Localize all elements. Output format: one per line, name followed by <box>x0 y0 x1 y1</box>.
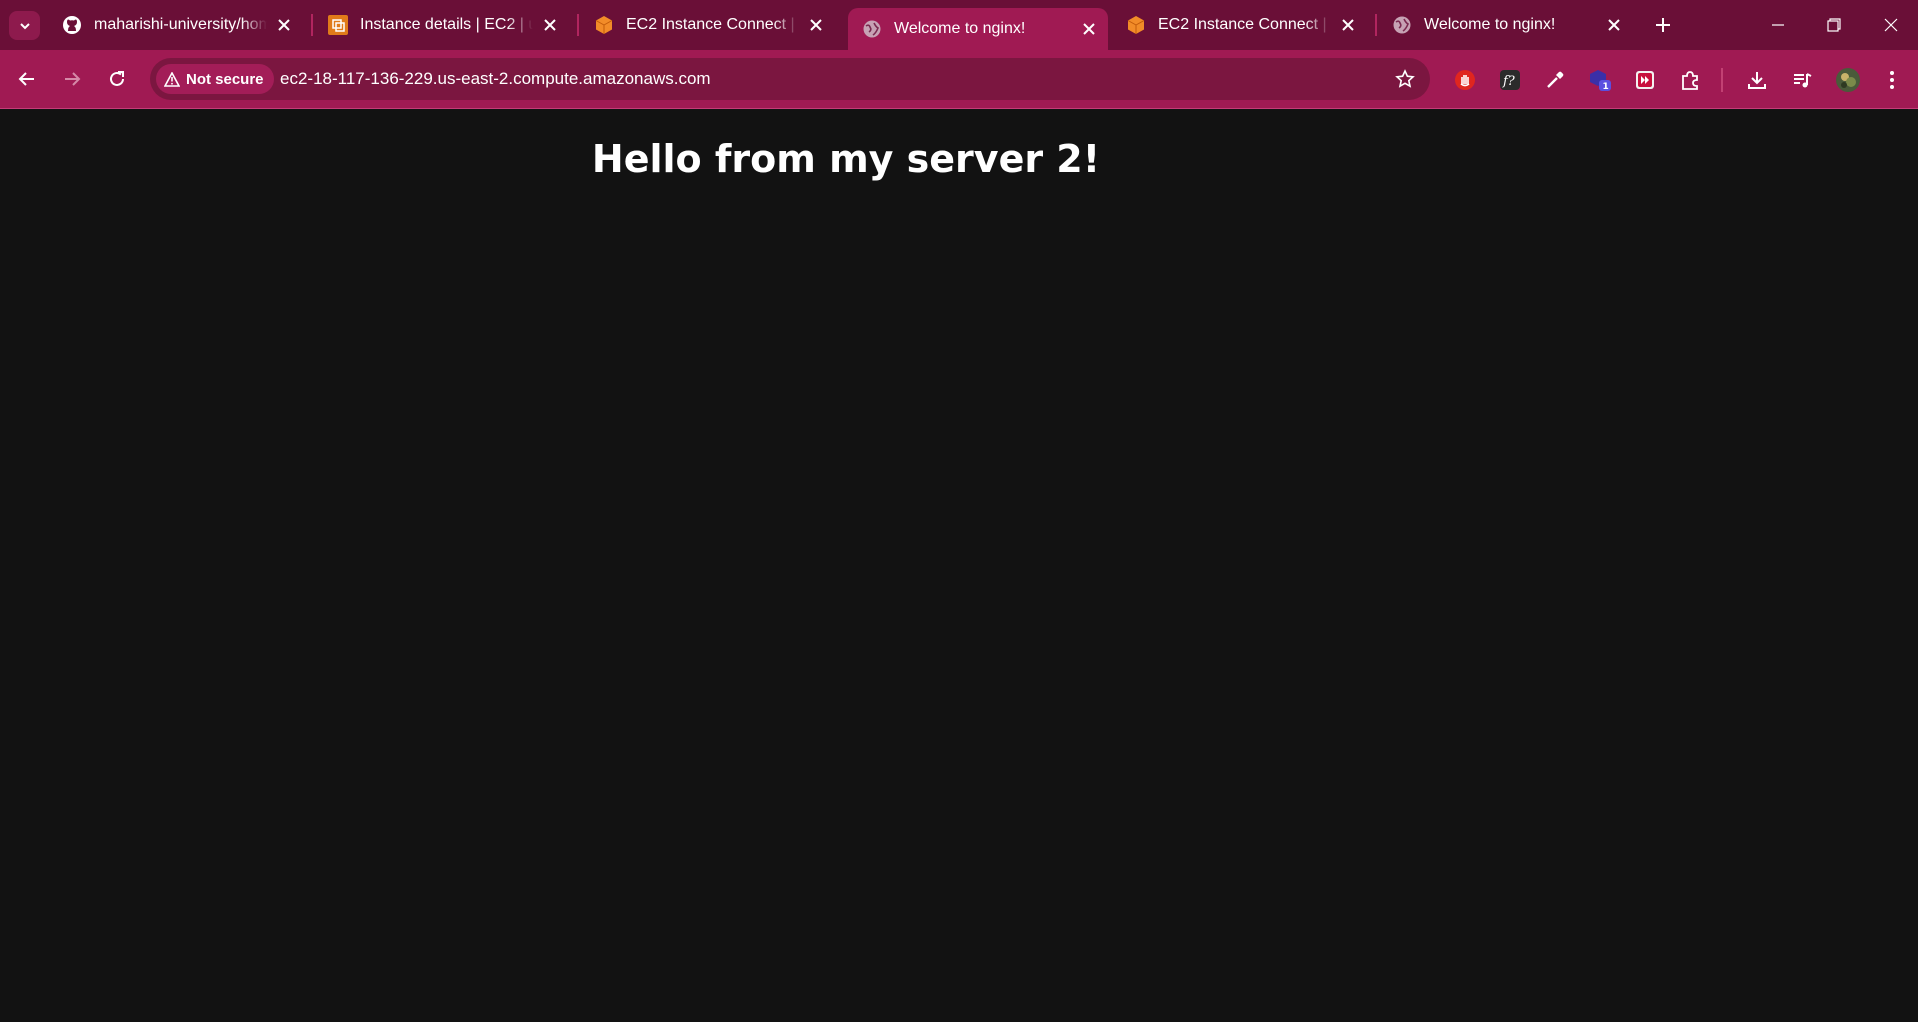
extensions-menu-button[interactable] <box>1676 66 1704 94</box>
forward-button[interactable] <box>57 64 87 94</box>
extension-stop-hand[interactable] <box>1451 66 1479 94</box>
font-question-icon: f? <box>1500 70 1520 90</box>
close-icon[interactable] <box>1078 18 1100 40</box>
tab-title: EC2 Instance Connect | us-east-2 <box>626 16 799 33</box>
close-icon[interactable] <box>539 14 561 36</box>
playlist-music-icon <box>1794 73 1812 88</box>
browser-menu-button[interactable] <box>1878 66 1906 94</box>
plus-icon <box>1656 18 1670 32</box>
address-bar[interactable]: Not secure ec2-18-117-136-229.us-east-2.… <box>150 58 1430 100</box>
toolbar-separator <box>1721 68 1723 92</box>
security-indicator[interactable]: Not secure <box>156 64 274 94</box>
tab-title: EC2 Instance Connect | us-east-2 <box>1158 16 1331 33</box>
tab-strip: maharishi-university/home Instance detai… <box>0 0 1918 50</box>
profile-avatar-button[interactable] <box>1834 66 1862 94</box>
media-controls-button[interactable] <box>1788 66 1816 94</box>
extension-badge-app[interactable]: 1 <box>1586 66 1614 94</box>
extension-badge-count: 1 <box>1603 82 1609 92</box>
tab-separator <box>311 14 313 36</box>
restore-icon <box>1827 18 1841 32</box>
bookmark-button[interactable] <box>1392 66 1418 92</box>
tab-search-button[interactable] <box>9 11 40 40</box>
star-icon <box>1395 69 1415 88</box>
aws-ec2-icon <box>328 15 348 35</box>
downloads-button[interactable] <box>1743 66 1771 94</box>
security-label: Not secure <box>186 70 264 88</box>
url-text[interactable]: ec2-18-117-136-229.us-east-2.compute.ama… <box>280 69 711 89</box>
close-window-button[interactable] <box>1876 10 1906 40</box>
hand-stop-icon <box>1455 70 1475 90</box>
kebab-menu-icon <box>1890 71 1894 89</box>
svg-text:f?: f? <box>1502 74 1516 89</box>
minimize-button[interactable] <box>1763 10 1793 40</box>
download-icon <box>1748 72 1766 89</box>
warning-icon <box>164 71 180 87</box>
back-button[interactable] <box>12 64 42 94</box>
fast-forward-icon <box>1636 71 1654 89</box>
close-icon[interactable] <box>1337 14 1359 36</box>
page-content: Hello from my server 2! <box>0 109 1918 1022</box>
tab-ec2-instance-connect[interactable]: EC2 Instance Connect | us-east-2 <box>580 8 835 42</box>
reload-button[interactable] <box>102 64 132 94</box>
tab-title: Welcome to nginx! <box>1424 16 1556 33</box>
chevron-down-icon <box>19 22 30 29</box>
tab-title: maharishi-university/home <box>94 16 267 33</box>
new-tab-button[interactable] <box>1650 12 1676 38</box>
tab-instance-details[interactable]: Instance details | EC2 | us-east-2 <box>314 8 569 42</box>
page-heading: Hello from my server 2! <box>591 137 1101 181</box>
aws-cube-icon <box>1126 15 1146 35</box>
tab-title: Welcome to nginx! <box>894 20 1026 37</box>
puzzle-icon <box>1682 71 1698 90</box>
tab-ec2-instance-connect-2[interactable]: EC2 Instance Connect | us-east-2 <box>1112 8 1367 42</box>
extension-color-picker[interactable] <box>1541 66 1569 94</box>
close-icon[interactable] <box>805 14 827 36</box>
arrow-left-icon <box>18 72 34 86</box>
minimize-icon <box>1772 24 1784 26</box>
close-icon <box>1884 18 1898 32</box>
restore-button[interactable] <box>1819 10 1849 40</box>
tab-welcome-nginx-2[interactable]: Welcome to nginx! <box>1378 8 1633 42</box>
cube-app-icon: 1 <box>1590 70 1611 92</box>
tab-github[interactable]: maharishi-university/home <box>48 8 303 42</box>
globe-icon <box>1392 15 1412 35</box>
tab-separator <box>577 14 579 36</box>
avatar <box>1836 68 1860 92</box>
tab-title: Instance details | EC2 | us-east-2 <box>360 16 533 33</box>
tab-welcome-nginx-active[interactable]: Welcome to nginx! <box>848 8 1108 50</box>
close-icon[interactable] <box>1603 14 1625 36</box>
aws-cube-icon <box>594 15 614 35</box>
extension-media-skip[interactable] <box>1631 66 1659 94</box>
globe-icon <box>862 19 882 39</box>
extension-font-finder[interactable]: f? <box>1496 66 1524 94</box>
close-icon[interactable] <box>273 14 295 36</box>
reload-icon <box>110 71 124 86</box>
tab-separator <box>1375 14 1377 36</box>
eyedropper-icon <box>1547 71 1564 88</box>
arrow-right-icon <box>65 72 81 86</box>
github-icon <box>62 15 82 35</box>
